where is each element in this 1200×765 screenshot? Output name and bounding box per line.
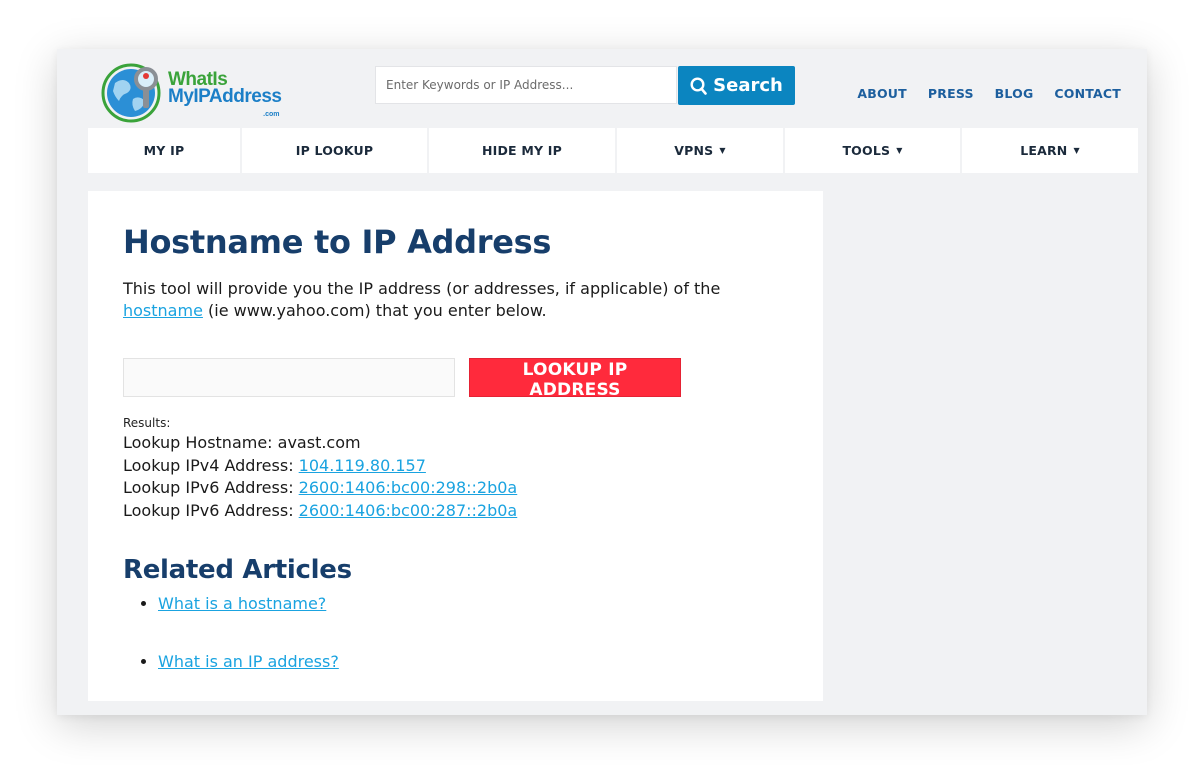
- intro-text: This tool will provide you the IP addres…: [123, 278, 783, 322]
- result-label: Lookup IPv6 Address:: [123, 500, 299, 520]
- nav-tools[interactable]: TOOLS ▼: [785, 128, 960, 173]
- nav-my-ip[interactable]: MY IP: [88, 128, 240, 173]
- results-list: Lookup Hostname: avast.com Lookup IPv4 A…: [123, 432, 517, 522]
- intro-text-part: (ie www.yahoo.com) that you enter below.: [202, 301, 547, 320]
- site-logo[interactable]: WhatIs MyIPAddress .com: [101, 61, 291, 123]
- result-row: Lookup IPv4 Address: 104.119.80.157: [123, 455, 517, 478]
- nav-label: HIDE MY IP: [481, 143, 563, 158]
- hostname-input[interactable]: [123, 358, 455, 397]
- results-label: Results:: [123, 416, 171, 430]
- search-button[interactable]: Search: [678, 66, 795, 105]
- caret-down-icon: ▼: [896, 146, 903, 155]
- related-articles-list: What is a hostname? What is an IP addres…: [123, 594, 339, 710]
- result-row: Lookup IPv6 Address: 2600:1406:bc00:287:…: [123, 500, 517, 523]
- globe-magnifier-icon: [101, 63, 161, 123]
- intro-text-part: This tool will provide you the IP addres…: [123, 279, 721, 298]
- ipv6-link[interactable]: 2600:1406:bc00:298::2b0a: [299, 478, 518, 497]
- nav-label: LEARN: [1020, 143, 1068, 158]
- link-contact[interactable]: CONTACT: [1054, 86, 1121, 101]
- list-item: What is an IP address?: [158, 652, 339, 710]
- nav-label: MY IP: [143, 143, 185, 158]
- nav-label: VPNS: [674, 143, 714, 158]
- nav-ip-lookup[interactable]: IP LOOKUP: [242, 128, 427, 173]
- page-title: Hostname to IP Address: [123, 223, 552, 261]
- caret-down-icon: ▼: [1073, 146, 1080, 155]
- link-blog[interactable]: BLOG: [995, 86, 1034, 101]
- result-label: Lookup Hostname:: [123, 433, 278, 452]
- ipv6-link[interactable]: 2600:1406:bc00:287::2b0a: [299, 501, 518, 520]
- link-press[interactable]: PRESS: [928, 86, 974, 101]
- article-link[interactable]: What is a hostname?: [158, 594, 326, 613]
- result-row: Lookup Hostname: avast.com: [123, 432, 517, 455]
- nav-vpns[interactable]: VPNS ▼: [617, 128, 783, 173]
- nav-learn[interactable]: LEARN ▼: [962, 128, 1138, 173]
- logo-line-2: MyIPAddress: [168, 86, 282, 107]
- result-value: avast.com: [277, 433, 361, 452]
- main-nav: MY IP IP LOOKUP HIDE MY IP VPNS ▼ TOOLS …: [88, 128, 1138, 173]
- main-content: Hostname to IP Address This tool will pr…: [88, 191, 823, 701]
- related-articles-heading: Related Articles: [123, 555, 352, 585]
- search-icon: [690, 76, 707, 95]
- caret-down-icon: ▼: [719, 146, 726, 155]
- list-item: What is a hostname?: [158, 594, 339, 652]
- browser-page: WhatIs MyIPAddress .com Search ABOUT PRE…: [57, 49, 1147, 715]
- result-label: Lookup IPv6 Address:: [123, 478, 299, 497]
- hostname-link[interactable]: hostname: [123, 301, 203, 320]
- nav-label: TOOLS: [842, 143, 891, 158]
- logo-text: WhatIs MyIPAddress .com: [168, 70, 282, 118]
- search-button-label: Search: [713, 75, 783, 96]
- article-link[interactable]: What is an IP address?: [158, 652, 339, 671]
- result-row: Lookup IPv6 Address: 2600:1406:bc00:298:…: [123, 477, 517, 500]
- ipv4-link[interactable]: 104.119.80.157: [299, 456, 426, 475]
- link-about[interactable]: ABOUT: [857, 86, 907, 101]
- logo-suffix: .com: [263, 111, 280, 118]
- top-links: ABOUT PRESS BLOG CONTACT: [857, 86, 1121, 101]
- site-search-input[interactable]: [375, 66, 677, 104]
- nav-label: IP LOOKUP: [295, 143, 374, 158]
- lookup-ip-button[interactable]: LOOKUP IP ADDRESS: [469, 358, 681, 400]
- result-label: Lookup IPv4 Address:: [123, 455, 299, 475]
- nav-hide-my-ip[interactable]: HIDE MY IP: [429, 128, 615, 173]
